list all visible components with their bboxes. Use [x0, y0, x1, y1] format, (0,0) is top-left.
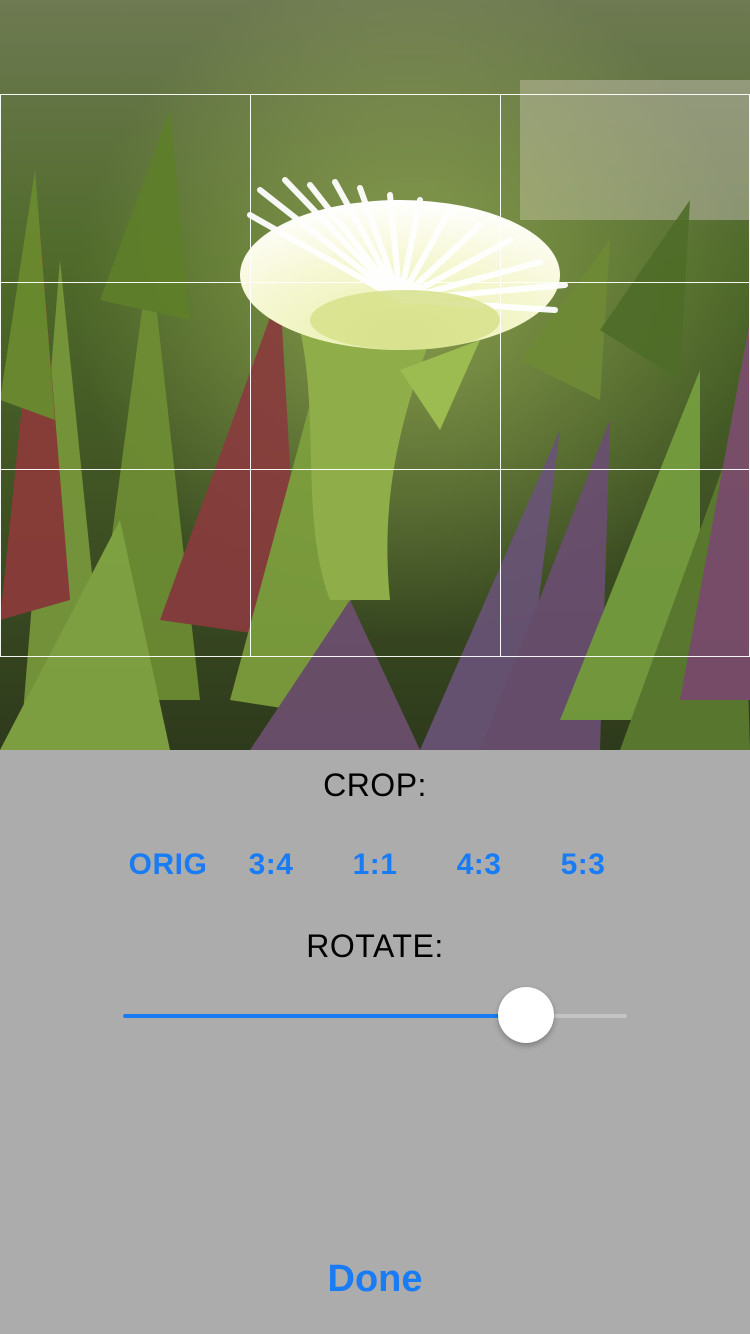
crop-1-1-button[interactable]: 1:1 — [353, 848, 398, 882]
photo-canvas[interactable] — [0, 0, 750, 750]
rotate-label: ROTATE: — [306, 928, 444, 964]
slider-thumb[interactable] — [498, 987, 554, 1043]
photo-editor-screen: CROP: ORIG 3:4 1:1 4:3 5:3 ROTATE: Done — [0, 0, 750, 1334]
crop-3-4-button[interactable]: 3:4 — [249, 848, 294, 882]
grid-line-horizontal — [1, 469, 749, 470]
crop-orig-button[interactable]: ORIG — [129, 848, 208, 882]
done-button[interactable]: Done — [328, 1258, 423, 1301]
crop-ratio-options: ORIG 3:4 1:1 4:3 5:3 — [0, 848, 750, 888]
crop-label: CROP: — [323, 767, 427, 803]
rotate-slider[interactable] — [123, 987, 627, 1043]
slider-fill — [123, 1014, 526, 1018]
grid-line-vertical — [500, 95, 501, 656]
crop-4-3-button[interactable]: 4:3 — [457, 848, 502, 882]
grid-line-horizontal — [1, 282, 749, 283]
crop-5-3-button[interactable]: 5:3 — [561, 848, 606, 882]
crop-frame[interactable] — [0, 94, 750, 657]
grid-line-vertical — [250, 95, 251, 656]
